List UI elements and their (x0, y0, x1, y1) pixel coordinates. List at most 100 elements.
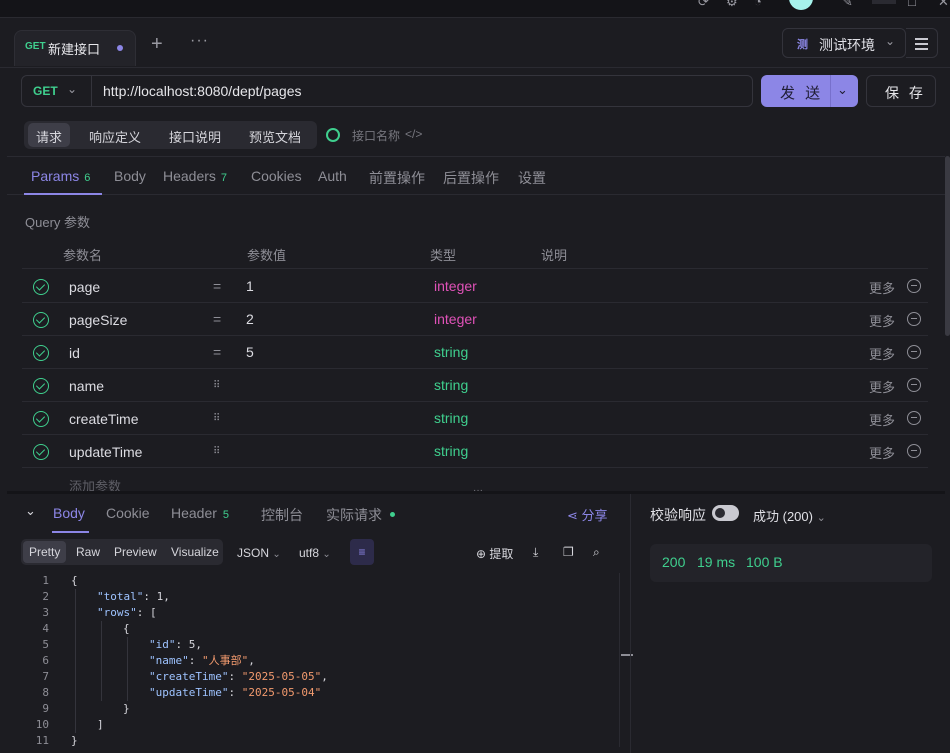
tab-actual-request[interactable]: 实际请求 (326, 505, 395, 525)
tab-response-definition[interactable]: 响应定义 (89, 127, 141, 146)
table-row: id = 5 string 更多 (22, 336, 928, 369)
params-scrollbar[interactable] (945, 156, 950, 491)
drag-handle-icon[interactable]: ⠿ (213, 413, 220, 424)
avatar[interactable] (789, 0, 813, 10)
tab-cookies[interactable]: Cookies (251, 168, 302, 184)
format-raw[interactable]: Raw (76, 545, 100, 559)
tab-headers[interactable]: Headers 7 (163, 168, 227, 184)
drag-handle-icon[interactable]: ⠿ (213, 380, 220, 391)
save-button[interactable]: 保 存 (866, 75, 936, 107)
remove-icon[interactable] (907, 312, 921, 326)
encoding-select[interactable]: utf8 ⌄ (299, 546, 331, 560)
param-type[interactable]: integer (434, 278, 477, 294)
param-name[interactable]: pageSize (69, 312, 127, 328)
tab-auth[interactable]: Auth (318, 168, 347, 184)
refresh-icon[interactable]: ⟳ (698, 0, 709, 10)
param-type[interactable]: string (434, 410, 468, 426)
param-name[interactable]: page (69, 279, 100, 295)
param-name[interactable]: name (69, 378, 104, 394)
more-link[interactable]: 更多 (869, 311, 895, 330)
param-value[interactable]: 1 (246, 278, 254, 294)
param-type[interactable]: string (434, 344, 468, 360)
validate-toggle[interactable] (712, 505, 739, 521)
word-wrap-button[interactable]: ≡ (350, 539, 374, 565)
tab-preview-doc[interactable]: 预览文档 (249, 127, 301, 146)
tab-pre-operations[interactable]: 前置操作 (369, 168, 425, 188)
environment-label: 测试环境 (819, 37, 875, 53)
more-link[interactable]: 更多 (869, 344, 895, 363)
line-number: 7 (42, 670, 49, 683)
active-tab-indicator (24, 193, 102, 195)
code-icon[interactable]: </> (405, 127, 422, 141)
remove-icon[interactable] (907, 411, 921, 425)
environment-menu-button[interactable] (906, 28, 938, 58)
tab-console[interactable]: 控制台 (261, 505, 303, 525)
url-input[interactable]: http://localhost:8080/dept/pages (103, 83, 301, 99)
globe-icon[interactable] (326, 128, 340, 142)
result-select[interactable]: 成功 (200) ⌄ (753, 506, 826, 525)
code-scrollbar[interactable] (619, 573, 633, 747)
enabled-checkbox[interactable] (33, 279, 49, 295)
more-tabs-icon[interactable]: ··· (190, 32, 209, 50)
format-select[interactable]: JSON ⌄ (237, 546, 281, 560)
more-link[interactable]: 更多 (869, 443, 895, 462)
more-link[interactable]: 更多 (869, 278, 895, 297)
gear-icon[interactable]: ⚙ (726, 0, 738, 10)
tab-params[interactable]: Params 6 (31, 168, 90, 184)
tab-response-cookie[interactable]: Cookie (106, 505, 150, 521)
param-name[interactable]: createTime (69, 411, 139, 427)
more-link[interactable]: 更多 (869, 410, 895, 429)
chevron-down-icon[interactable]: ⌄ (837, 82, 848, 98)
enabled-checkbox[interactable] (33, 345, 49, 361)
format-preview[interactable]: Preview (114, 545, 157, 559)
enabled-checkbox[interactable] (33, 378, 49, 394)
param-name[interactable]: updateTime (69, 444, 142, 460)
add-tab-icon[interactable]: + (151, 34, 163, 54)
format-pretty[interactable]: Pretty (23, 541, 67, 563)
tab-body[interactable]: Body (114, 168, 146, 184)
param-value[interactable]: 2 (246, 311, 254, 327)
validation-panel: 校验响应 成功 (200) ⌄ 200 19 ms 100 B (631, 494, 950, 753)
param-name[interactable]: id (69, 345, 80, 361)
tab-response-body[interactable]: Body (53, 505, 85, 521)
param-type[interactable]: string (434, 443, 468, 459)
send-label: 发 送 (780, 85, 824, 102)
col-param-value: 参数值 (247, 248, 287, 263)
enabled-checkbox[interactable] (33, 444, 49, 460)
download-icon[interactable]: ⤓ (533, 545, 538, 560)
close-icon[interactable]: ✕ (938, 0, 949, 10)
format-visualize[interactable]: Visualize (171, 545, 219, 559)
maximize-icon[interactable]: □ (908, 0, 916, 9)
param-value[interactable]: 5 (246, 344, 254, 360)
method-select[interactable]: GET ⌄ (22, 76, 92, 106)
tab-response-header[interactable]: Header 5 (171, 505, 229, 521)
remove-icon[interactable] (907, 279, 921, 293)
tab-post-operations[interactable]: 后置操作 (443, 168, 499, 188)
send-button[interactable]: 发 送 ⌄ (761, 75, 858, 107)
minimize-button[interactable] (872, 0, 896, 4)
remove-icon[interactable] (907, 444, 921, 458)
response-code-editor[interactable]: 1 { 2 "total": 1, 3 "rows": [ 4 { 5 "id"… (21, 573, 633, 747)
tab-request[interactable]: 请求 (28, 123, 71, 147)
pin-icon[interactable]: ✎ (842, 0, 853, 10)
param-type[interactable]: integer (434, 311, 477, 327)
environment-select[interactable]: 测 测试环境 ⌄ (782, 28, 906, 58)
enabled-checkbox[interactable] (33, 312, 49, 328)
bell-icon[interactable]: ◔ (754, 0, 762, 9)
search-icon[interactable]: ⌕ (593, 545, 600, 560)
tab-new-interface[interactable]: GET 新建接口 (14, 30, 136, 66)
param-type[interactable]: string (434, 377, 468, 393)
drag-handle-icon[interactable]: ⠿ (213, 446, 220, 457)
collapse-chevron-icon[interactable]: ⌄ (25, 503, 36, 519)
interface-name-input[interactable]: 接口名称 (352, 127, 400, 144)
share-button[interactable]: ⋖ 分享 (567, 505, 608, 524)
code-line: } (71, 734, 78, 747)
copy-icon[interactable]: ❐ (563, 545, 574, 559)
remove-icon[interactable] (907, 378, 921, 392)
tab-interface-description[interactable]: 接口说明 (169, 127, 221, 146)
remove-icon[interactable] (907, 345, 921, 359)
extract-button[interactable]: ⊕ 提取 (476, 545, 513, 562)
enabled-checkbox[interactable] (33, 411, 49, 427)
tab-settings[interactable]: 设置 (518, 168, 546, 188)
more-link[interactable]: 更多 (869, 377, 895, 396)
